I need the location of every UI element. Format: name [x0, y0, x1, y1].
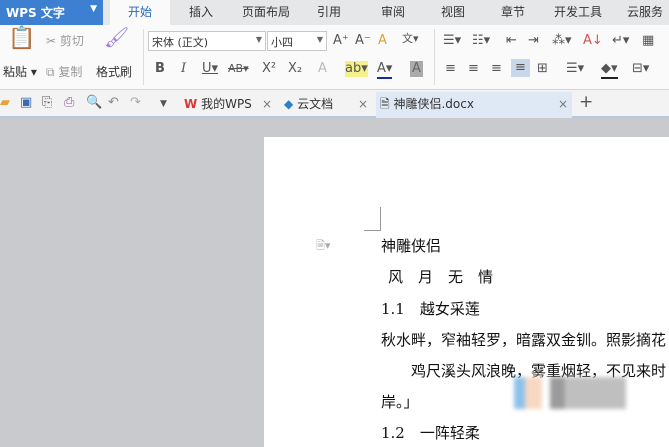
tab-home[interactable]: 开始 — [110, 0, 170, 25]
phonetic-icon[interactable]: 文▾ — [402, 31, 419, 47]
ribbon: 📋 粘贴 ▾ ✂ 剪切 ⧉ 复制 🖌 格式刷 宋体 (正文) ▼ 小四 ▼ A⁺ A… — [0, 25, 669, 90]
doc-title: 神雕侠侣 — [381, 237, 442, 255]
copy-icon: ⧉ — [46, 65, 55, 79]
close-icon[interactable]: × — [262, 92, 272, 116]
heading-1-2: 1.2 一阵轻柔 — [381, 424, 480, 442]
tab-developer[interactable]: 开发工具 — [548, 0, 608, 25]
scissors-icon: ✂ — [46, 34, 57, 48]
font-size-select[interactable]: 小四 ▼ — [267, 31, 327, 51]
chinese-layout-icon[interactable]: ⁂▾ — [552, 33, 572, 49]
format-painter-button[interactable]: 格式刷 — [96, 63, 132, 80]
app-menu-button[interactable]: WPS 文字 ▼ — [0, 0, 103, 25]
justify-icon[interactable]: ≡ — [511, 59, 530, 77]
close-icon[interactable]: × — [358, 92, 368, 116]
cut-label: 剪切 — [59, 34, 84, 48]
print-icon[interactable]: ⎙ — [64, 95, 74, 111]
tab-label: 云文档 — [297, 97, 334, 111]
copy-label: 复制 — [58, 65, 83, 79]
divider — [143, 29, 144, 85]
tab-references[interactable]: 引用 — [306, 0, 352, 25]
copy-button[interactable]: ⧉ 复制 — [46, 63, 82, 80]
paste-button[interactable]: 粘贴 ▾ — [3, 63, 37, 80]
wps-logo-icon: W — [184, 97, 198, 111]
border-icon[interactable]: ⊟▾ — [632, 61, 649, 77]
chevron-down-icon: ▼ — [90, 4, 97, 14]
divider — [434, 29, 435, 85]
underline-icon[interactable]: U▾ — [202, 61, 218, 77]
text-effect-icon[interactable]: A — [318, 61, 327, 77]
align-center-icon[interactable]: ≡ — [468, 61, 479, 77]
font-value: 宋体 (正文) — [152, 36, 209, 49]
app-title: WPS 文字 — [6, 6, 65, 20]
paragraph-options-icon[interactable]: 🗎▾ — [316, 237, 330, 256]
clipboard-icon[interactable]: 📋 — [8, 28, 35, 50]
new-tab-button[interactable]: + — [579, 94, 593, 111]
highlight-icon[interactable]: ab▾ — [345, 61, 368, 77]
size-value: 小四 — [271, 36, 293, 49]
doc-subtitle: 风 月 无 情 — [388, 268, 494, 286]
cube-icon: ◆ — [284, 97, 294, 111]
margin-corner-mark — [364, 207, 381, 231]
brush-icon: 🖌 — [104, 25, 130, 49]
numbered-list-icon[interactable]: ☷▾ — [472, 33, 490, 49]
char-shading-icon[interactable]: A — [410, 61, 423, 77]
print-preview-icon[interactable]: 🔍 — [86, 95, 102, 111]
increase-indent-icon[interactable]: ⇥ — [528, 33, 539, 49]
heading-1-1: 1.1 越女采莲 — [381, 300, 480, 318]
menu-bar: WPS 文字 ▼ 开始 插入 页面布局 引用 审阅 视图 章节 开发工具 云服务 — [0, 0, 669, 25]
tab-label: 神雕侠侣.docx — [393, 97, 474, 111]
tab-view[interactable]: 视图 — [430, 0, 476, 25]
document-tab-bar: ▰ ▣ ⎘ ⎙ 🔍 ↶ ↷ ▼ W 我的WPS × ◆ 云文档 × 🗎 神雕侠侣.d… — [0, 90, 669, 118]
chevron-down-icon: ▼ — [255, 35, 262, 44]
tab-cloud[interactable]: 云服务 — [620, 0, 669, 25]
body-text: 岸。」 — [381, 393, 419, 411]
document-page[interactable]: 🗎▾ 神雕侠侣 风 月 无 情 1.1 越女采莲 秋水畔，窄袖轻罗，暗露双金钏。… — [264, 137, 669, 447]
export-pdf-icon[interactable]: ⎘ — [42, 95, 52, 111]
tab-section[interactable]: 章节 — [490, 0, 536, 25]
distribute-icon[interactable]: ⊞ — [537, 61, 548, 77]
chevron-down-icon: ▼ — [316, 35, 323, 44]
cut-button[interactable]: ✂ 剪切 — [46, 32, 84, 49]
strikethrough-icon[interactable]: AB▾ — [228, 61, 249, 77]
close-icon[interactable]: × — [558, 92, 568, 116]
tab-review[interactable]: 审阅 — [370, 0, 416, 25]
superscript-icon[interactable]: X² — [262, 61, 276, 77]
redo-icon[interactable]: ↷ — [130, 95, 141, 111]
document-icon: 🗎 — [380, 97, 390, 111]
sort-icon[interactable]: A↓ — [583, 33, 603, 49]
font-color-icon[interactable]: A▾ — [377, 61, 393, 79]
tab-layout[interactable]: 页面布局 — [234, 0, 298, 25]
paragraph-mark-icon[interactable]: ↵▾ — [612, 33, 629, 49]
bold-icon[interactable]: B — [155, 61, 165, 77]
line-spacing-icon[interactable]: ☰▾ — [566, 61, 584, 77]
clear-format-icon[interactable]: A — [378, 33, 387, 49]
italic-icon[interactable]: I — [181, 61, 186, 77]
doc-tab-active[interactable]: 🗎 神雕侠侣.docx × — [376, 92, 572, 118]
font-select[interactable]: 宋体 (正文) ▼ — [148, 31, 266, 51]
watermark — [514, 377, 626, 409]
align-right-icon[interactable]: ≡ — [491, 61, 502, 77]
align-left-icon[interactable]: ≡ — [445, 61, 456, 77]
bullet-list-icon[interactable]: ☰▾ — [443, 33, 461, 49]
open-icon[interactable]: ▰ — [0, 95, 10, 111]
grow-font-icon[interactable]: A⁺ — [333, 33, 349, 49]
tab-insert[interactable]: 插入 — [178, 0, 224, 25]
chevron-down-icon[interactable]: ▼ — [160, 96, 167, 112]
shrink-font-icon[interactable]: A⁻ — [355, 33, 371, 49]
tab-label: 我的WPS — [201, 97, 252, 111]
shading-icon[interactable]: ◆▾ — [601, 61, 618, 79]
body-text: 秋水畔，窄袖轻罗，暗露双金钏。照影摘花 — [381, 331, 667, 349]
doc-tab-my-wps[interactable]: W 我的WPS × — [180, 92, 278, 118]
table-icon[interactable]: ▦ — [642, 33, 654, 49]
doc-tab-cloud[interactable]: ◆ 云文档 × — [280, 92, 374, 118]
subscript-icon[interactable]: X₂ — [288, 61, 302, 77]
undo-icon[interactable]: ↶ — [108, 95, 119, 111]
decrease-indent-icon[interactable]: ⇤ — [506, 33, 517, 49]
paste-label: 粘贴 — [3, 65, 28, 79]
save-icon[interactable]: ▣ — [20, 95, 32, 111]
